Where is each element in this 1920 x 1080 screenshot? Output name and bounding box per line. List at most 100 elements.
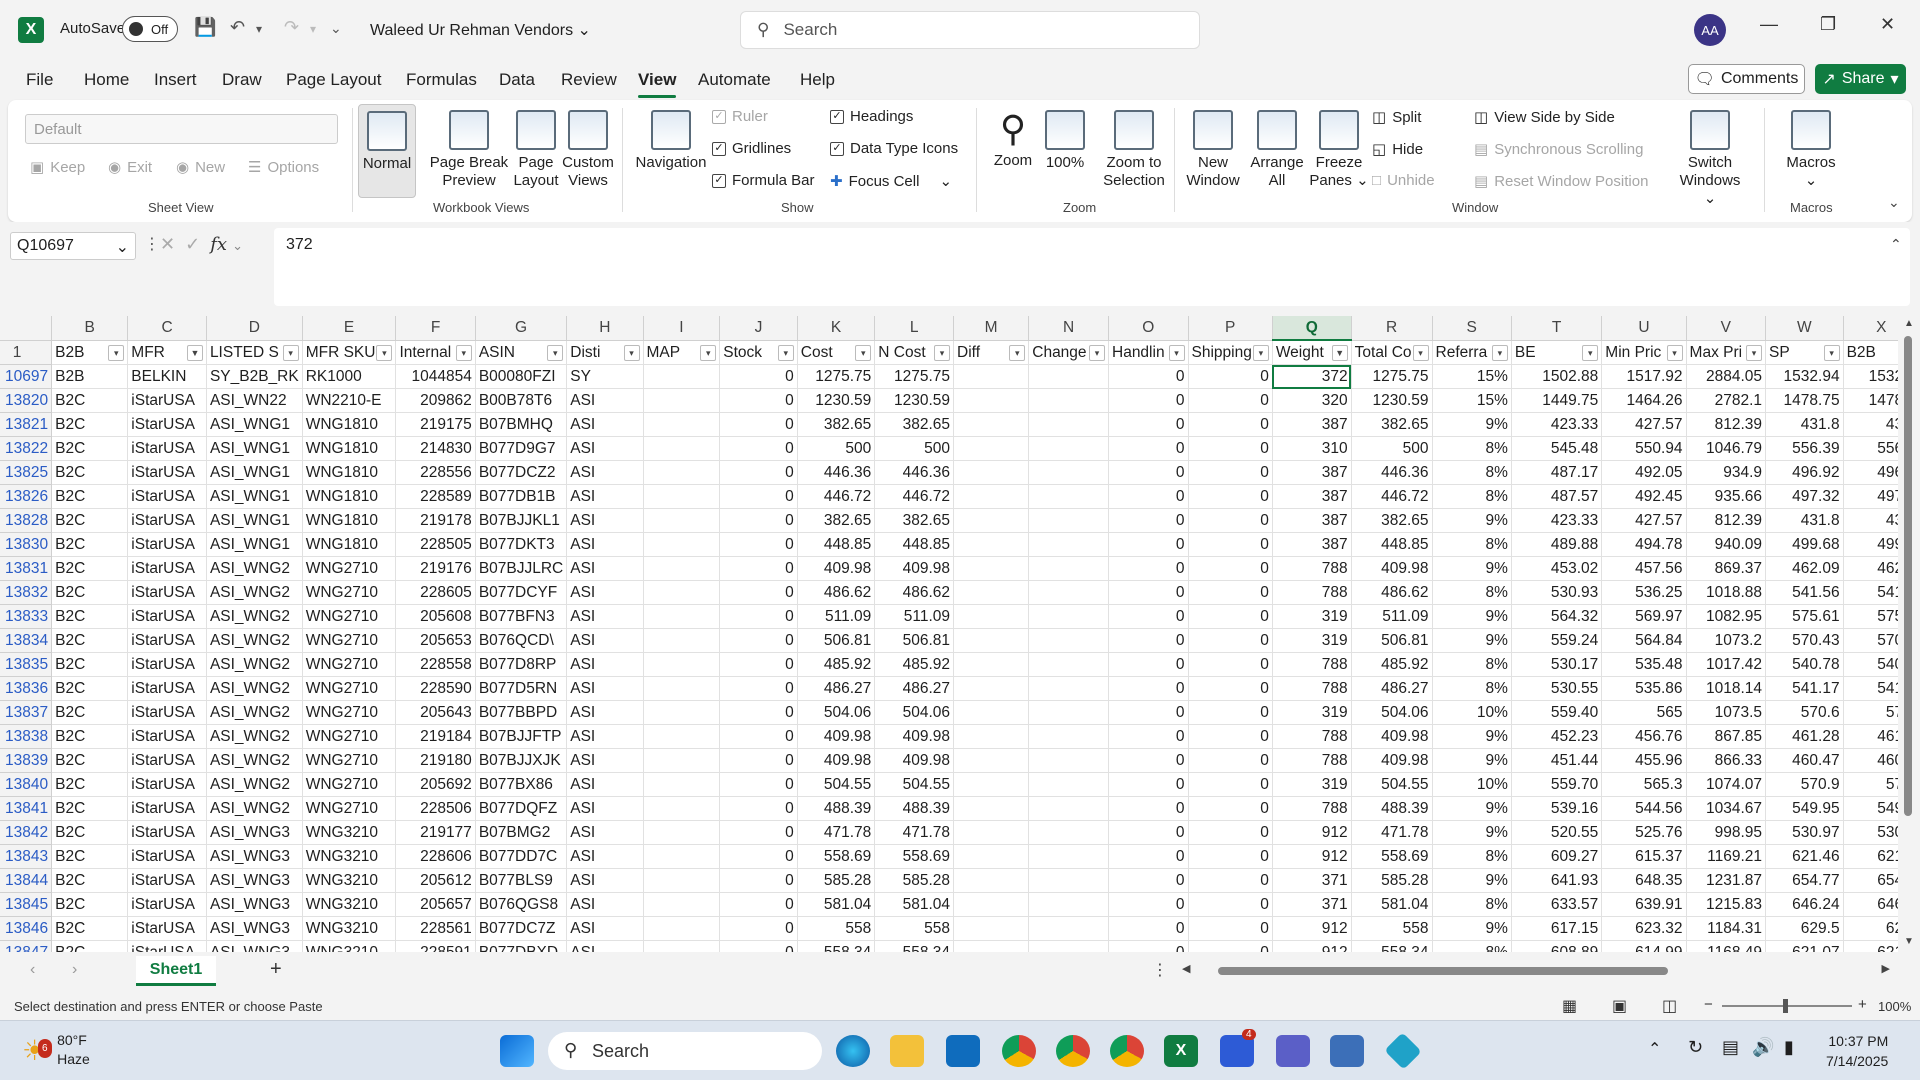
cell[interactable]: 382.65 [797, 412, 876, 437]
customize-qat-icon[interactable]: ⌄ [330, 20, 342, 37]
cell[interactable]: B077BFN3 [475, 604, 568, 629]
cell[interactable] [953, 868, 1030, 893]
cell[interactable]: iStarUSA [127, 604, 207, 629]
cell[interactable]: ASI [566, 700, 644, 725]
cell[interactable]: 912 [1272, 844, 1352, 869]
cell[interactable]: 446.72 [797, 484, 876, 509]
cell[interactable]: 0 [719, 388, 798, 413]
cell[interactable] [1028, 772, 1109, 797]
cell[interactable]: B077D5RN [475, 676, 568, 701]
cell[interactable]: iStarUSA [127, 484, 207, 509]
cell[interactable]: 1464.26 [1601, 388, 1687, 413]
filter-dropdown-icon[interactable]: ▾ [1823, 344, 1840, 361]
cell[interactable]: iStarUSA [127, 412, 207, 437]
filter-dropdown-icon[interactable]: ▾ [1412, 344, 1429, 361]
cell[interactable] [953, 436, 1030, 461]
cell[interactable]: 499.68 [1765, 532, 1844, 557]
cell[interactable]: 581.04 [874, 892, 955, 917]
filter-dropdown-icon[interactable]: ▾ [700, 344, 717, 361]
cell[interactable]: iStarUSA [127, 436, 207, 461]
cell[interactable] [1028, 724, 1109, 749]
cell[interactable]: 549.95 [1765, 796, 1844, 821]
cell[interactable]: 497.32 [1765, 484, 1844, 509]
cell[interactable]: ASI_WNG2 [206, 724, 303, 749]
cell[interactable]: 869.37 [1686, 556, 1767, 581]
cell[interactable]: 788 [1272, 556, 1352, 581]
cell[interactable]: B2C [51, 748, 129, 773]
freeze-panes-button[interactable]: Freeze Panes ⌄ [1308, 110, 1370, 190]
cell[interactable]: B2C [51, 556, 129, 581]
excel-taskbar-icon[interactable]: X [1164, 1035, 1198, 1067]
cell[interactable]: 500 [874, 436, 955, 461]
cell[interactable] [953, 388, 1030, 413]
cell[interactable]: 0 [719, 700, 798, 725]
cell[interactable]: 0 [1108, 940, 1189, 952]
cell[interactable] [643, 508, 721, 533]
cell[interactable]: B2C [51, 820, 129, 845]
cell[interactable]: 8% [1432, 532, 1512, 557]
cell[interactable]: 1082.95 [1686, 604, 1767, 629]
cell[interactable] [1028, 652, 1109, 677]
cell[interactable]: 581.04 [797, 892, 876, 917]
page-break-preview-button[interactable]: Page Break Preview [420, 110, 518, 190]
filter-dropdown-icon[interactable]: ▾ [934, 344, 951, 361]
cell[interactable]: 8% [1432, 844, 1512, 869]
cell[interactable]: B2C [51, 892, 129, 917]
cell[interactable]: 0 [1108, 508, 1189, 533]
cell[interactable]: 8% [1432, 484, 1512, 509]
weather-widget[interactable]: ☀ 6 80°F Haze [22, 1031, 90, 1069]
row-header[interactable]: 13844 [0, 868, 53, 893]
cell[interactable] [1028, 916, 1109, 941]
cell[interactable]: 1073.5 [1686, 700, 1767, 725]
cell[interactable]: 431.8 [1765, 508, 1844, 533]
cell[interactable]: ASI_WNG1 [206, 436, 303, 461]
cell[interactable]: ASI_WNG2 [206, 772, 303, 797]
cell[interactable] [953, 604, 1030, 629]
cell[interactable]: 1275.75 [874, 364, 955, 389]
cell[interactable]: ASI_WNG2 [206, 676, 303, 701]
cell[interactable]: 486.62 [1351, 580, 1433, 605]
cell[interactable]: 486.27 [797, 676, 876, 701]
system-clock[interactable]: 10:37 PM 7/14/2025 [1826, 1031, 1888, 1071]
column-header[interactable]: K [797, 316, 876, 341]
cell[interactable] [643, 484, 721, 509]
cell[interactable]: ASI_WNG3 [206, 820, 303, 845]
custom-views-button[interactable]: Custom Views [558, 110, 618, 190]
network-icon[interactable]: ▤ [1722, 1037, 1739, 1058]
cell[interactable]: WNG3210 [302, 844, 397, 869]
cell[interactable] [643, 940, 721, 952]
prev-sheet-icon[interactable]: ‹ [30, 961, 35, 979]
cell[interactable]: 536.25 [1601, 580, 1687, 605]
cell[interactable] [1028, 580, 1109, 605]
cell[interactable]: 0 [719, 364, 798, 389]
cell[interactable]: 0 [719, 436, 798, 461]
cell[interactable]: 585.28 [797, 868, 876, 893]
cell[interactable]: 0 [1108, 580, 1189, 605]
cell[interactable]: B07BJJXJK [475, 748, 568, 773]
cell[interactable]: B2C [51, 916, 129, 941]
cell[interactable]: 382.65 [1351, 412, 1433, 437]
keep-button[interactable]: ▣ Keep [30, 158, 85, 177]
cell[interactable]: iStarUSA [127, 460, 207, 485]
cell[interactable]: 0 [1188, 676, 1273, 701]
cell[interactable] [643, 412, 721, 437]
cell[interactable]: B2C [51, 796, 129, 821]
cell[interactable]: RK1000 [302, 364, 397, 389]
cell[interactable]: 485.92 [874, 652, 955, 677]
cell[interactable] [1028, 388, 1109, 413]
cell[interactable]: 500 [1351, 436, 1433, 461]
cell[interactable]: 382.65 [874, 412, 955, 437]
cell[interactable]: 788 [1272, 580, 1352, 605]
cell[interactable]: 0 [1108, 556, 1189, 581]
cell[interactable]: B2C [51, 460, 129, 485]
cell[interactable]: iStarUSA [127, 556, 207, 581]
cell[interactable]: ASI [566, 508, 644, 533]
cell[interactable]: B07BJJLRC [475, 556, 568, 581]
column-header[interactable]: P [1188, 316, 1273, 341]
column-header[interactable]: F [395, 316, 476, 341]
column-header[interactable]: S [1432, 316, 1512, 341]
cell[interactable]: 506.81 [797, 628, 876, 653]
add-sheet-button[interactable]: + [270, 958, 282, 981]
cell[interactable]: 581.04 [1351, 892, 1433, 917]
cell[interactable]: 0 [1108, 868, 1189, 893]
